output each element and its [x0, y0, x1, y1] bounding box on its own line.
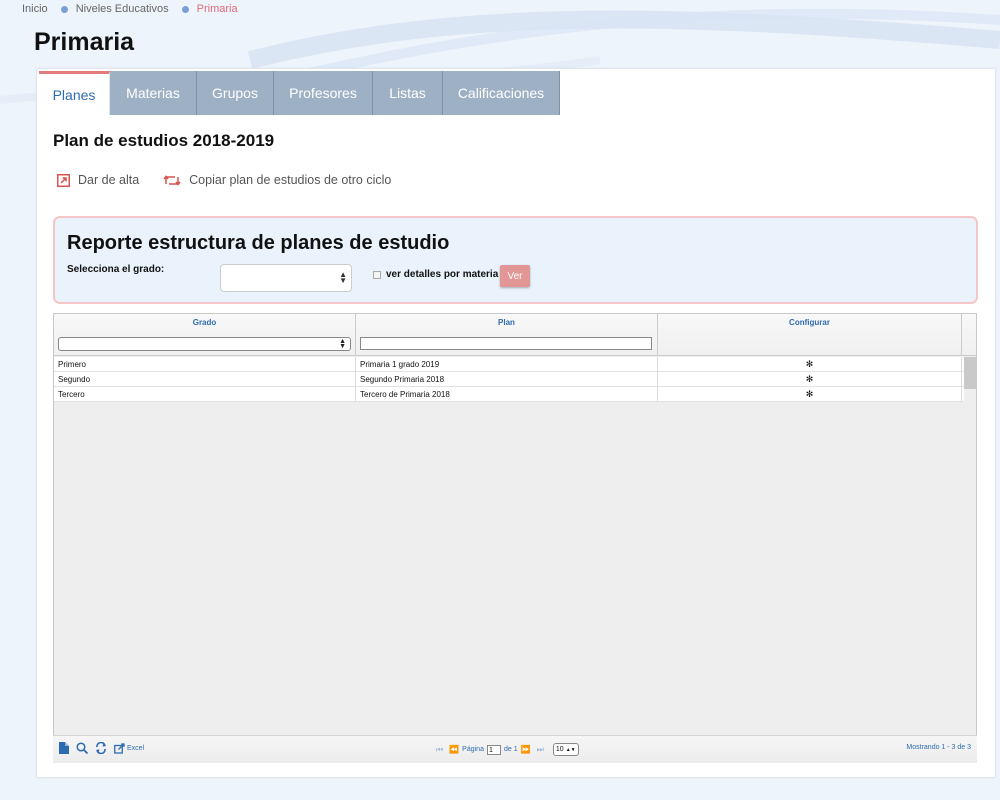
add-button[interactable]: Dar de alta	[57, 173, 139, 187]
details-label: ver detalles por materia	[386, 269, 499, 280]
table-row[interactable]: Tercero Tercero de Primaria 2018 ✻	[54, 387, 964, 402]
next-page-icon[interactable]: ⏩	[521, 745, 531, 754]
export-excel-button[interactable]: Excel	[114, 742, 151, 754]
pager-tools: Excel	[59, 742, 158, 754]
table-pager: Excel ⏮ ⏪ Página 1 de 1 ⏩ ⏭ 10 ▲▼ Mostra…	[53, 735, 977, 763]
gear-icon[interactable]: ✻	[658, 357, 961, 372]
pager-summary: Mostrando 1 - 3 de 3	[906, 744, 971, 751]
main-panel: Planes Materias Grupos Profesores Listas…	[36, 68, 996, 778]
copy-plan-label: Copiar plan de estudios de otro ciclo	[189, 173, 392, 187]
tab-bar: Planes Materias Grupos Profesores Listas…	[39, 71, 560, 115]
grado-filter-select[interactable]: ▲ ▼	[58, 337, 351, 351]
excel-label: Excel	[127, 744, 145, 752]
cell-grado: Tercero	[54, 387, 356, 402]
last-page-icon[interactable]: ⏭	[537, 745, 544, 755]
select-arrows-icon: ▲▼	[339, 270, 347, 285]
cell-configurar: ✻	[658, 387, 962, 402]
plan-filter-input[interactable]	[360, 337, 652, 350]
search-icon[interactable]	[76, 742, 88, 754]
action-bar: Dar de alta Copiar plan de estudios de o…	[57, 173, 415, 187]
table-header: Grado ▲ ▼ Plan Configurar	[54, 314, 976, 356]
tab-planes[interactable]: Planes	[39, 71, 110, 115]
breadcrumb-item-inicio[interactable]: Inicio	[22, 3, 48, 15]
report-title: Reporte estructura de planes de estudio	[67, 232, 450, 254]
tab-profesores[interactable]: Profesores	[274, 71, 373, 115]
tab-grupos[interactable]: Grupos	[197, 71, 274, 115]
plan-title: Plan de estudios 2018-2019	[53, 131, 275, 150]
pager-navigation: ⏮ ⏪ Página 1 de 1 ⏩ ⏭ 10 ▲▼	[433, 743, 579, 756]
cell-configurar: ✻	[658, 372, 962, 387]
rows-per-page-select[interactable]: 10 ▲▼	[552, 743, 579, 756]
refresh-icon[interactable]	[95, 742, 107, 754]
column-header-plan[interactable]: Plan	[356, 314, 658, 356]
rows-per-page-value: 10	[555, 746, 564, 753]
tab-materias[interactable]: Materias	[110, 71, 197, 115]
ver-button[interactable]: Ver	[500, 265, 530, 287]
copy-plan-button[interactable]: Copiar plan de estudios de otro ciclo	[163, 173, 391, 187]
add-button-label: Dar de alta	[78, 173, 140, 187]
breadcrumb-item-current: Primaria	[196, 3, 238, 15]
first-page-icon[interactable]: ⏮	[436, 745, 443, 755]
new-document-icon[interactable]	[59, 742, 69, 754]
breadcrumb-item-niveles[interactable]: Niveles Educativos	[76, 3, 169, 15]
cell-grado: Segundo	[54, 372, 356, 387]
table-row[interactable]: Primero Primaria 1 grado 2019 ✻	[54, 357, 964, 372]
table-row[interactable]: Segundo Segundo Primaria 2018 ✻	[54, 372, 964, 387]
gear-icon[interactable]: ✻	[658, 372, 961, 387]
page-count: de 1	[503, 746, 518, 753]
cell-grado: Primero	[54, 357, 356, 372]
breadcrumb-separator-icon	[181, 5, 189, 13]
tab-listas[interactable]: Listas	[373, 71, 443, 115]
column-header-grado[interactable]: Grado ▲ ▼	[54, 314, 356, 356]
details-checkbox[interactable]	[373, 270, 381, 279]
grade-select[interactable]: ▲ ▼	[220, 264, 352, 292]
table-scrollbar[interactable]	[964, 357, 976, 389]
select-arrows-icon: ▲▼	[565, 746, 576, 753]
breadcrumb-separator-icon	[60, 5, 68, 13]
previous-page-icon[interactable]: ⏪	[449, 745, 459, 754]
tab-calificaciones[interactable]: Calificaciones	[443, 71, 560, 115]
cell-configurar: ✻	[658, 357, 962, 372]
details-toggle[interactable]: ver detalles por materia	[373, 269, 498, 280]
gear-icon[interactable]: ✻	[658, 387, 961, 402]
cell-plan: Segundo Primaria 2018	[356, 372, 658, 387]
page-number-input[interactable]: 1	[486, 744, 501, 755]
plans-table: Grado ▲ ▼ Plan Configurar Primero Primari…	[53, 313, 977, 763]
table-body: Primero Primaria 1 grado 2019 ✻ Segundo …	[54, 357, 964, 402]
external-link-icon	[57, 173, 70, 187]
external-link-icon	[114, 742, 125, 754]
page-title: Primaria	[34, 28, 135, 56]
page-label: Página	[462, 746, 484, 753]
column-header-configurar[interactable]: Configurar	[658, 314, 962, 356]
breadcrumb: Inicio Niveles Educativos Primaria	[22, 2, 238, 16]
retweet-icon	[163, 174, 181, 186]
report-section: Reporte estructura de planes de estudio …	[53, 216, 978, 304]
grade-label: Selecciona el grado:	[67, 264, 165, 275]
cell-plan: Primaria 1 grado 2019	[356, 357, 658, 372]
cell-plan: Tercero de Primaria 2018	[356, 387, 658, 402]
select-arrows-icon: ▲▼	[339, 338, 346, 350]
